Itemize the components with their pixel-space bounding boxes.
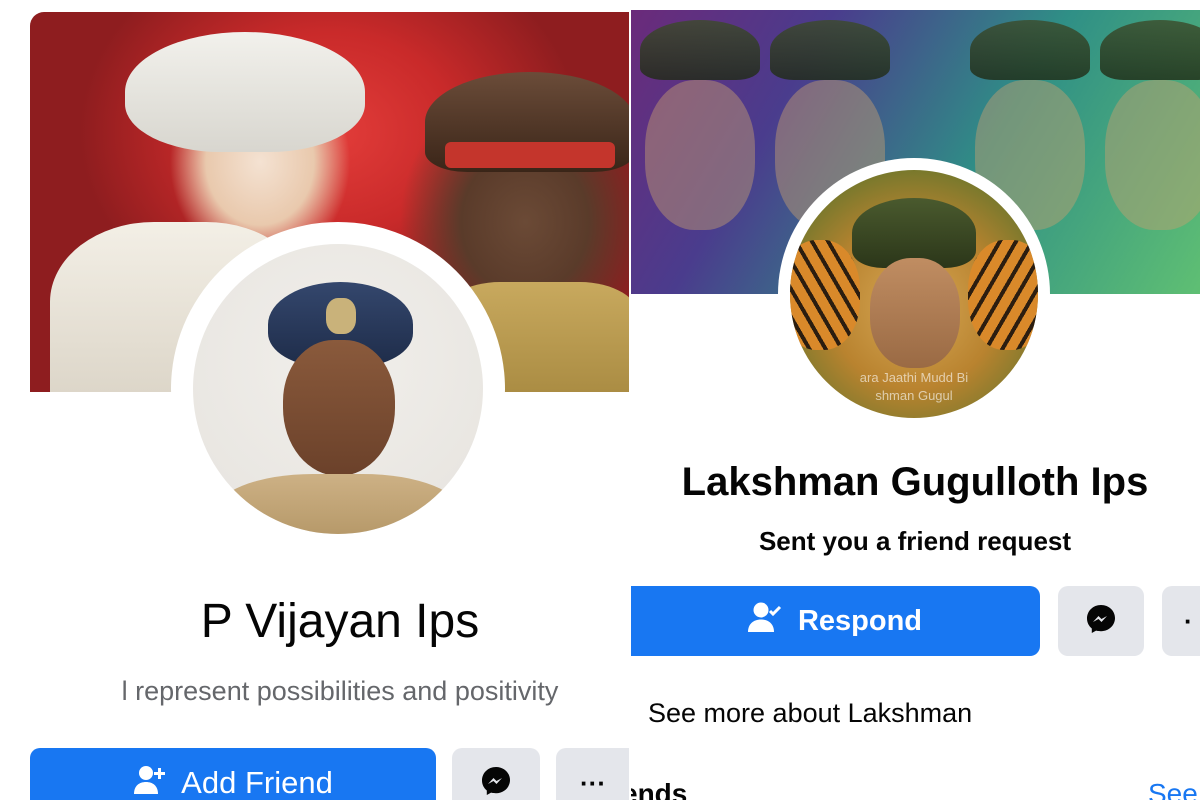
add-friend-button[interactable]: Add Friend [30,748,436,800]
see-all-friends-link[interactable]: See [1148,778,1198,800]
more-options-button[interactable]: ··· [556,748,630,800]
messenger-icon [480,765,512,800]
add-friend-label: Add Friend [181,765,333,800]
cover-figure-hair [125,32,365,152]
profile-bio: l represent possibilities and positivity [121,676,559,706]
respond-button[interactable]: Respond [630,586,1040,656]
person-check-icon [747,601,782,641]
cover-figure-head [645,80,755,230]
avatar-caption-line2: shman Gugul [875,388,953,403]
cover-figure-capband [445,142,615,168]
avatar-badge [326,298,356,334]
cover-figure-cap [640,20,760,80]
messenger-icon [1085,603,1117,640]
more-options-button[interactable]: · [1162,586,1200,656]
avatar-uniform [213,474,463,534]
person-add-icon [133,765,167,800]
avatar-caption-line1: ara Jaathi Mudd Bi [859,370,969,385]
right-profile-panel: ara Jaathi Mudd Bi shman Gugul Lakshman … [630,0,1200,800]
friend-request-status: Sent you a friend request [758,526,1072,556]
avatar-photo [193,244,483,534]
panel-divider [629,0,631,800]
cover-figure-head [1105,80,1200,230]
cover-figure-cap [770,20,890,80]
avatar-tiger-left [790,240,860,350]
cover-figure-cap [970,20,1090,80]
profile-avatar[interactable]: ara Jaathi Mudd Bi shman Gugul [778,158,1050,430]
friends-heading: ends [630,778,688,800]
message-button[interactable] [1058,586,1144,656]
profile-avatar[interactable] [171,222,505,556]
profile-name: Lakshman Gugulloth Ips [681,460,1149,504]
message-button[interactable] [452,748,540,800]
avatar-face [283,340,395,476]
avatar-tiger-right [968,240,1038,350]
left-profile-panel: P Vijayan Ips l represent possibilities … [0,0,630,800]
avatar-face [870,258,960,368]
profile-name: P Vijayan Ips [200,595,480,648]
respond-label: Respond [797,604,923,637]
avatar-photo: ara Jaathi Mudd Bi shman Gugul [790,170,1038,418]
see-more-about-link[interactable]: See more about Lakshman [648,698,972,729]
cover-figure-cap [1100,20,1200,80]
